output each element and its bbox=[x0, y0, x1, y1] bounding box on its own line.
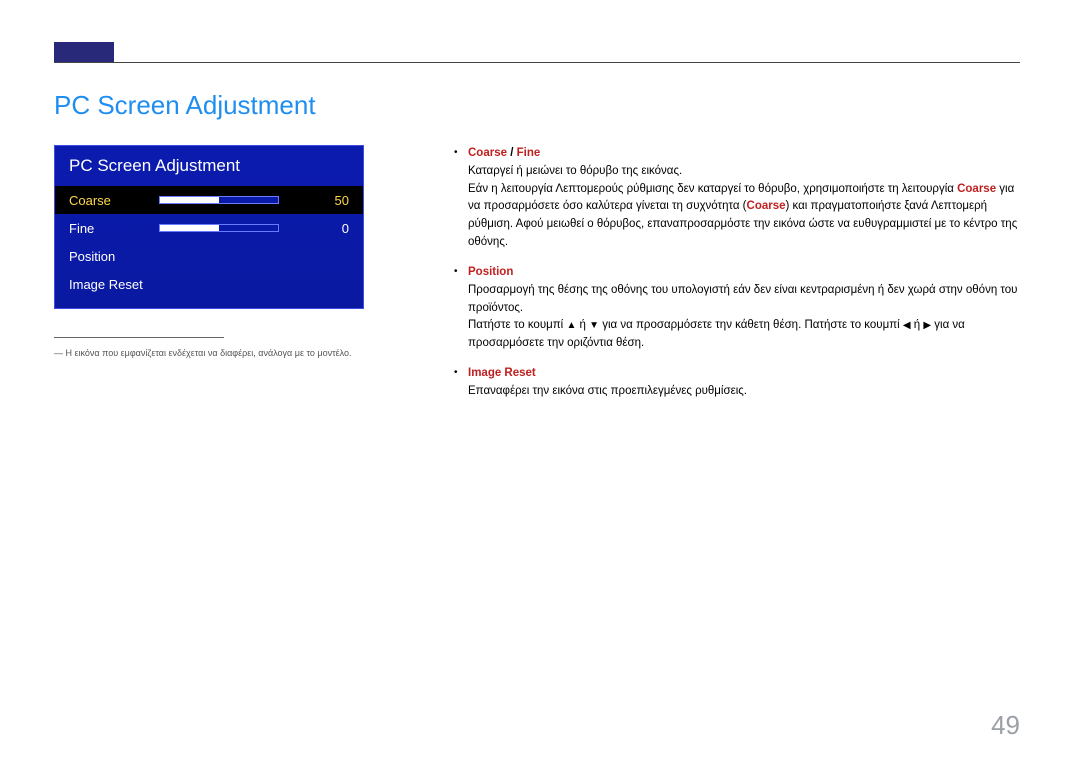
text: ή bbox=[576, 319, 589, 331]
term-line: Coarse / Fine bbox=[468, 145, 1020, 163]
term-sep: / bbox=[507, 147, 517, 159]
osd-title: PC Screen Adjustment bbox=[55, 146, 363, 186]
term-image-reset: Image Reset bbox=[468, 365, 1020, 383]
text: για να προσαρμόσετε την κάθετη θέση. Πατ… bbox=[599, 319, 903, 331]
para: Πατήστε το κουμπί ▲ ή ▼ για να προσαρμόσ… bbox=[468, 317, 1020, 353]
osd-slider[interactable] bbox=[159, 196, 279, 204]
footnote-separator bbox=[54, 337, 224, 338]
osd-slider-fill bbox=[160, 225, 219, 231]
text: Πατήστε το κουμπί bbox=[468, 319, 566, 331]
osd-label: Coarse bbox=[69, 193, 159, 208]
left-column: PC Screen Adjustment Coarse 50 Fine 0 Po… bbox=[54, 145, 364, 358]
list-item: Image Reset Επαναφέρει την εικόνα στις π… bbox=[452, 365, 1020, 401]
osd-row-position[interactable]: Position bbox=[55, 242, 363, 270]
para: Επαναφέρει την εικόνα στις προεπιλεγμένε… bbox=[468, 383, 1020, 401]
osd-label: Position bbox=[69, 249, 159, 264]
page: PC Screen Adjustment PC Screen Adjustmen… bbox=[0, 0, 1080, 763]
osd-label: Image Reset bbox=[69, 277, 143, 292]
columns: PC Screen Adjustment Coarse 50 Fine 0 Po… bbox=[54, 145, 1020, 413]
para: Εάν η λειτουργία Λεπτομερούς ρύθμισης δε… bbox=[468, 181, 1020, 252]
arrow-down-icon: ▼ bbox=[589, 318, 599, 334]
arrow-right-icon: ▶ bbox=[923, 318, 931, 334]
term-position: Position bbox=[468, 264, 1020, 282]
list-item: Coarse / Fine Καταργεί ή μειώνει το θόρυ… bbox=[452, 145, 1020, 252]
inline-coarse: Coarse bbox=[747, 200, 786, 212]
right-column: Coarse / Fine Καταργεί ή μειώνει το θόρυ… bbox=[452, 145, 1020, 413]
osd-row-coarse[interactable]: Coarse 50 bbox=[55, 186, 363, 214]
osd-label: Fine bbox=[69, 221, 159, 236]
osd-slider[interactable] bbox=[159, 224, 279, 232]
list-item: Position Προσαρμογή της θέσης της οθόνης… bbox=[452, 264, 1020, 353]
text: Εάν η λειτουργία Λεπτομερούς ρύθμισης δε… bbox=[468, 183, 957, 195]
arrow-left-icon: ◀ bbox=[903, 318, 911, 334]
osd-value: 50 bbox=[309, 193, 349, 208]
header-side-mark bbox=[54, 42, 114, 62]
header-rule bbox=[54, 62, 1020, 63]
page-number: 49 bbox=[991, 710, 1020, 741]
bullet-list: Coarse / Fine Καταργεί ή μειώνει το θόρυ… bbox=[452, 145, 1020, 401]
inline-coarse: Coarse bbox=[957, 183, 996, 195]
osd-panel: PC Screen Adjustment Coarse 50 Fine 0 Po… bbox=[54, 145, 364, 309]
page-heading: PC Screen Adjustment bbox=[54, 90, 1020, 121]
term-coarse: Coarse bbox=[468, 147, 507, 159]
osd-row-fine[interactable]: Fine 0 bbox=[55, 214, 363, 242]
footnote-text: Η εικόνα που εμφανίζεται ενδέχεται να δι… bbox=[66, 348, 352, 358]
footnote-dash: ― bbox=[54, 348, 63, 358]
osd-row-image-reset[interactable]: Image Reset bbox=[55, 270, 363, 298]
osd-value: 0 bbox=[309, 221, 349, 236]
arrow-up-icon: ▲ bbox=[566, 318, 576, 334]
para: Προσαρμογή της θέσης της οθόνης του υπολ… bbox=[468, 282, 1020, 318]
text: ή bbox=[911, 319, 924, 331]
osd-slider-fill bbox=[160, 197, 219, 203]
term-fine: Fine bbox=[517, 147, 541, 159]
footnote: ― Η εικόνα που εμφανίζεται ενδέχεται να … bbox=[54, 348, 364, 358]
para: Καταργεί ή μειώνει το θόρυβο της εικόνας… bbox=[468, 163, 1020, 181]
